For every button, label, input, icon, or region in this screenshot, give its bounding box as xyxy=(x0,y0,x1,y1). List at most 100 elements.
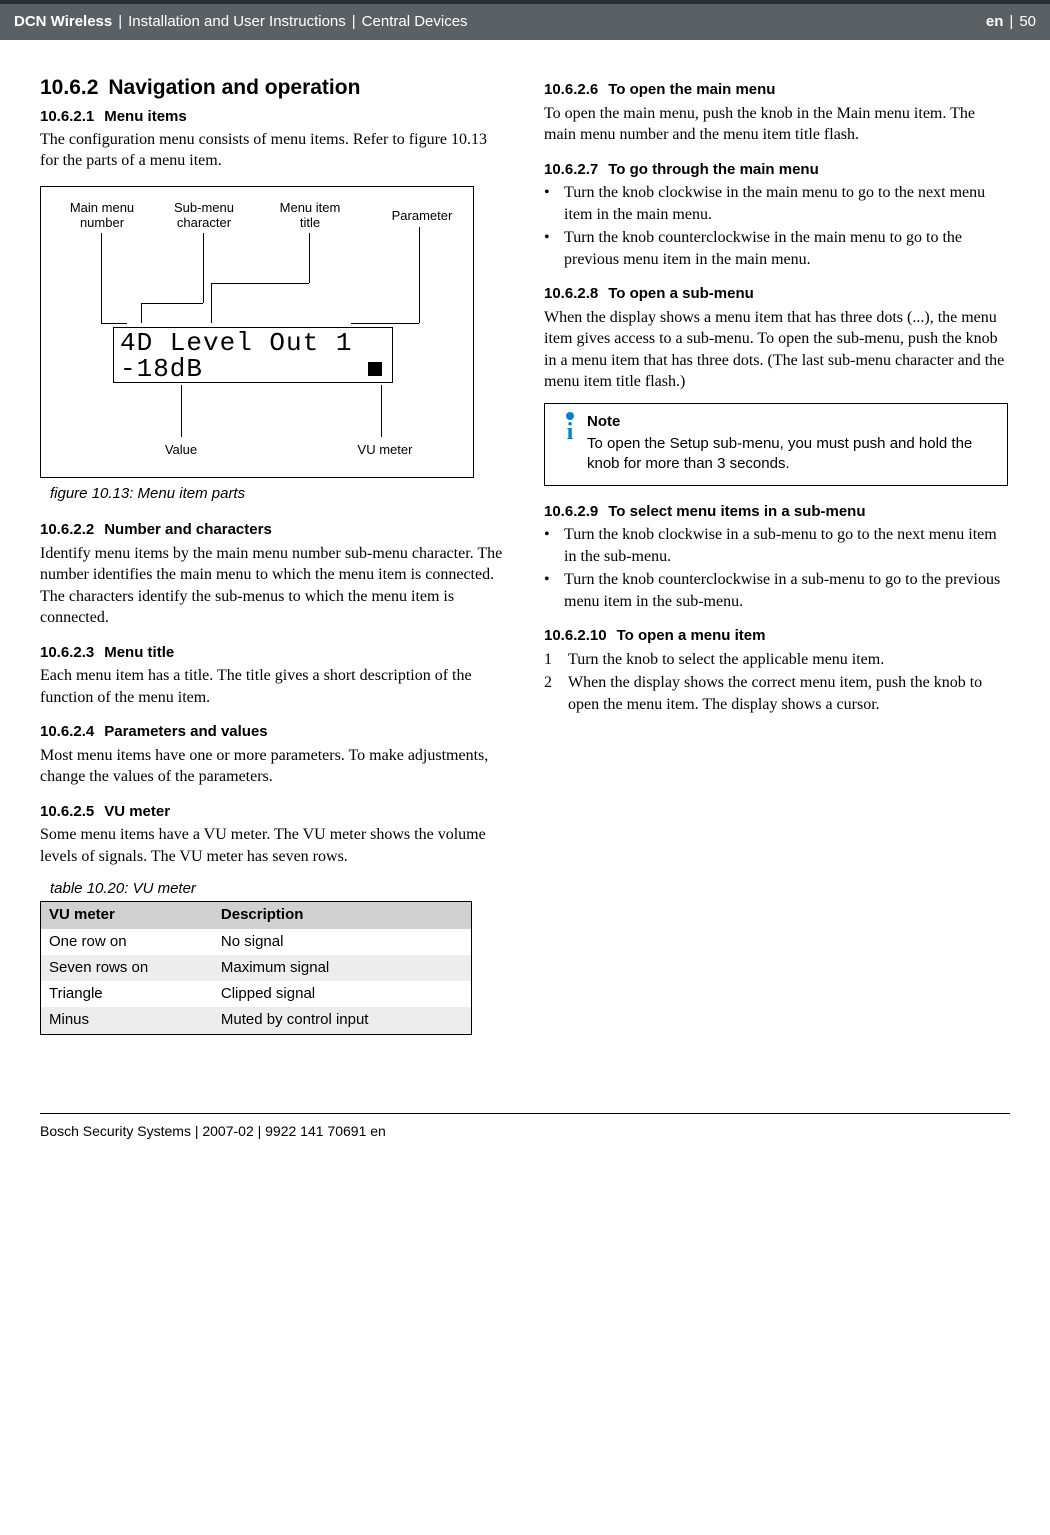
numbered-list: 1 Turn the knob to select the applicable … xyxy=(544,649,1010,716)
figure-leader-line xyxy=(381,385,382,437)
table-cell: Minus xyxy=(41,1007,213,1034)
header-sep: | xyxy=(1009,12,1013,32)
figure-label: Main menunumber xyxy=(57,201,147,231)
subsection-heading: 10.6.2.6To open the main menu xyxy=(544,80,1010,100)
heading-number: 10.6.2.4 xyxy=(40,723,94,740)
body-text: When the display shows a menu item that … xyxy=(544,307,1010,393)
table-caption: table 10.20: VU meter xyxy=(50,879,506,899)
list-item: 1 Turn the knob to select the applicable … xyxy=(544,649,1010,671)
header-sep: | xyxy=(352,12,356,32)
heading-number: 10.6.2 xyxy=(40,76,98,99)
heading-text: Menu items xyxy=(104,108,187,125)
heading-text: Menu title xyxy=(104,644,174,661)
heading-text: To open a menu item xyxy=(617,627,766,644)
header-lang: en xyxy=(986,12,1004,32)
lcd-line-2: -18dB xyxy=(120,356,386,382)
heading-text: To open the main menu xyxy=(608,81,775,98)
figure-lcd-display: 4D Level Out 1 -18dB xyxy=(113,327,393,383)
table-cell: Triangle xyxy=(41,981,213,1007)
note-box: i Note To open the Setup sub-menu, you m… xyxy=(544,403,1008,486)
note-text: To open the Setup sub-menu, you must pus… xyxy=(587,435,972,472)
page-footer: Bosch Security Systems | 2007-02 | 9922 … xyxy=(40,1113,1010,1149)
figure-leader-line xyxy=(211,283,212,323)
figure-leader-line xyxy=(101,323,127,324)
list-item: • Turn the knob clockwise in the main men… xyxy=(544,182,1010,225)
list-item-text: Turn the knob clockwise in the main menu… xyxy=(564,182,1010,225)
list-number: 1 xyxy=(544,649,556,671)
figure-caption: figure 10.13: Menu item parts xyxy=(50,484,506,504)
subsection-heading: 10.6.2.8To open a sub-menu xyxy=(544,284,1010,304)
page-header: DCN Wireless | Installation and User Ins… xyxy=(0,0,1050,40)
figure-leader-line xyxy=(419,227,420,323)
list-item: • Turn the knob clockwise in a sub-menu t… xyxy=(544,524,1010,567)
heading-number: 10.6.2.8 xyxy=(544,285,598,302)
heading-text: To go through the main menu xyxy=(608,161,819,178)
table-cell: Seven rows on xyxy=(41,955,213,981)
header-page: 50 xyxy=(1019,12,1036,32)
table-cell: Maximum signal xyxy=(213,955,472,981)
figure-label: Value xyxy=(151,443,211,458)
table-header-row: VU meter Description xyxy=(41,902,472,929)
heading-text: VU meter xyxy=(104,803,170,820)
body-text: Each menu item has a title. The title gi… xyxy=(40,665,506,708)
heading-number: 10.6.2.3 xyxy=(40,644,94,661)
figure-label: Menu itemtitle xyxy=(265,201,355,231)
bullet-icon: • xyxy=(544,182,552,225)
subsection-heading: 10.6.2.9 To select menu items in a sub-me… xyxy=(544,502,1010,522)
left-column: 10.6.2Navigation and operation 10.6.2.1 M… xyxy=(40,74,506,1034)
header-right: en | 50 xyxy=(986,12,1036,32)
note-title: Note xyxy=(587,412,995,432)
figure-leader-line xyxy=(203,233,204,303)
vu-meter-table: VU meter Description One row on No signa… xyxy=(40,901,472,1034)
heading-number: 10.6.2.2 xyxy=(40,521,94,538)
heading-text: To select menu items in a sub-menu xyxy=(608,503,865,520)
right-column: 10.6.2.6To open the main menu To open th… xyxy=(544,74,1010,1034)
body-text: The configuration menu consists of menu … xyxy=(40,129,506,172)
page-body: 10.6.2Navigation and operation 10.6.2.1 M… xyxy=(0,40,1050,1052)
list-item: 2When the display shows the correct menu… xyxy=(544,672,1010,715)
header-chapter: Central Devices xyxy=(362,12,468,32)
subsection-heading: 10.6.2.4 Parameters and values xyxy=(40,722,506,742)
header-sep: | xyxy=(118,12,122,32)
table-header: VU meter xyxy=(41,902,213,929)
table-row: One row on No signal xyxy=(41,929,472,955)
info-icon: i xyxy=(553,412,587,475)
heading-number: 10.6.2.9 xyxy=(544,503,598,520)
lcd-vu-block-icon xyxy=(368,362,382,376)
body-text: Some menu items have a VU meter. The VU … xyxy=(40,824,506,867)
heading-text: Parameters and values xyxy=(104,723,267,740)
heading-number: 10.6.2.1 xyxy=(40,108,94,125)
heading-number: 10.6.2.7 xyxy=(544,161,598,178)
lcd-line-1: 4D Level Out 1 xyxy=(120,330,386,356)
bullet-list: • Turn the knob clockwise in the main men… xyxy=(544,182,1010,270)
bullet-icon: • xyxy=(544,227,552,270)
table-cell: Clipped signal xyxy=(213,981,472,1007)
table-cell: One row on xyxy=(41,929,213,955)
bullet-icon: • xyxy=(544,569,552,612)
list-item-text: Turn the knob counterclockwise in a sub-… xyxy=(564,569,1010,612)
header-doc: Installation and User Instructions xyxy=(128,12,346,32)
body-text: Most menu items have one or more paramet… xyxy=(40,745,506,788)
figure-label: Parameter xyxy=(377,209,467,224)
heading-text: Number and characters xyxy=(104,521,272,538)
list-item-text: When the display shows the correct menu … xyxy=(568,672,1010,715)
section-heading: 10.6.2Navigation and operation xyxy=(40,74,506,102)
table-header: Description xyxy=(213,902,472,929)
table-row: Seven rows on Maximum signal xyxy=(41,955,472,981)
figure-leader-line xyxy=(351,323,419,324)
list-item: • Turn the knob counterclockwise in a sub… xyxy=(544,569,1010,612)
heading-number: 10.6.2.10 xyxy=(544,627,607,644)
subsection-heading: 10.6.2.1 Menu items xyxy=(40,107,506,127)
bullet-list: • Turn the knob clockwise in a sub-menu t… xyxy=(544,524,1010,612)
subsection-heading: 10.6.2.7 To go through the main menu xyxy=(544,160,1010,180)
figure-label: Sub-menucharacter xyxy=(159,201,249,231)
list-item-text: Turn the knob clockwise in a sub-menu to… xyxy=(564,524,1010,567)
figure-leader-line xyxy=(181,385,182,437)
list-item-text: Turn the knob to select the applicable m… xyxy=(568,649,884,671)
bullet-icon: • xyxy=(544,524,552,567)
subsection-heading: 10.6.2.5VU meter xyxy=(40,802,506,822)
list-item-text: Turn the knob counterclockwise in the ma… xyxy=(564,227,1010,270)
subsection-heading: 10.6.2.2 Number and characters xyxy=(40,520,506,540)
table-cell: Muted by control input xyxy=(213,1007,472,1034)
figure-leader-line xyxy=(141,303,142,323)
